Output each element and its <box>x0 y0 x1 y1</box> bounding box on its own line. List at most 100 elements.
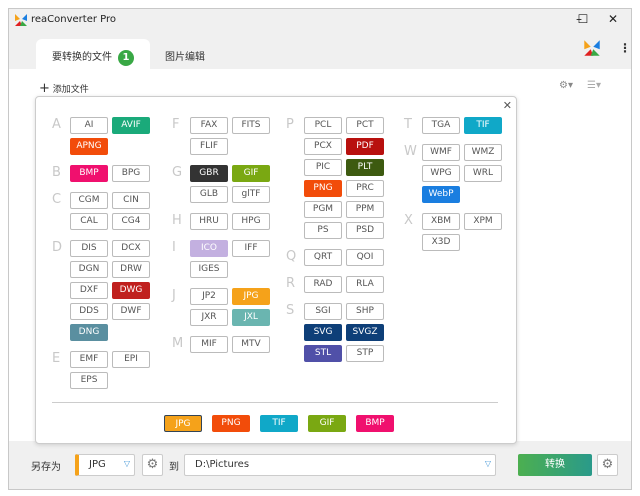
output-path-select[interactable]: D:\Pictures ▽ <box>184 454 496 476</box>
format-button-wpg[interactable]: WPG <box>422 165 460 182</box>
title-bar: reaConverter Pro – ☐ ✕ <box>9 9 631 33</box>
format-button-mtv[interactable]: MTV <box>232 336 270 353</box>
quick-format-png[interactable]: PNG <box>212 415 250 432</box>
divider <box>52 402 498 403</box>
format-button-pct[interactable]: PCT <box>346 117 384 134</box>
format-button-shp[interactable]: SHP <box>346 303 384 320</box>
format-button-pgm[interactable]: PGM <box>304 201 342 218</box>
format-button-rla[interactable]: RLA <box>346 276 384 293</box>
plus-icon: + <box>39 81 50 96</box>
format-button-pdf[interactable]: PDF <box>346 138 384 155</box>
format-button-tga[interactable]: TGA <box>422 117 460 134</box>
format-button-emf[interactable]: EMF <box>70 351 108 368</box>
format-button-ico[interactable]: ICO <box>190 240 228 257</box>
format-button-plt[interactable]: PLT <box>346 159 384 176</box>
format-button-dwg[interactable]: DWG <box>112 282 150 299</box>
format-button-webp[interactable]: WebP <box>422 186 460 203</box>
group-letter: T <box>404 117 412 132</box>
format-button-eps[interactable]: EPS <box>70 372 108 389</box>
format-button-bmp[interactable]: BMP <box>70 165 108 182</box>
format-button-pcl[interactable]: PCL <box>304 117 342 134</box>
format-button-stp[interactable]: STP <box>346 345 384 362</box>
format-button-flif[interactable]: FLIF <box>190 138 228 155</box>
format-button-gltf[interactable]: glTF <box>232 186 270 203</box>
format-button-fits[interactable]: FITS <box>232 117 270 134</box>
maximize-button[interactable]: ☐ <box>573 12 593 26</box>
format-settings-button[interactable]: ⚙ <box>142 454 163 476</box>
format-button-wrl[interactable]: WRL <box>464 165 502 182</box>
format-button-sgi[interactable]: SGI <box>304 303 342 320</box>
format-button-pic[interactable]: PIC <box>304 159 342 176</box>
format-select[interactable]: JPG ▽ <box>75 454 135 476</box>
tab-label: 图片编辑 <box>165 52 205 63</box>
format-button-avif[interactable]: AVIF <box>112 117 150 134</box>
format-button-wmf[interactable]: WMF <box>422 144 460 161</box>
format-button-psd[interactable]: PSD <box>346 222 384 239</box>
chevron-down-icon: ▽ <box>484 459 491 468</box>
format-button-jpg[interactable]: JPG <box>232 288 270 305</box>
format-button-jxr[interactable]: JXR <box>190 309 228 326</box>
format-button-dcx[interactable]: DCX <box>112 240 150 257</box>
app-logo-icon <box>15 14 27 26</box>
format-button-stl[interactable]: STL <box>304 345 342 362</box>
tab-files[interactable]: 要转换的文件 1 <box>36 39 150 69</box>
format-button-tif[interactable]: TIF <box>464 117 502 134</box>
format-button-rad[interactable]: RAD <box>304 276 342 293</box>
format-button-iges[interactable]: IGES <box>190 261 228 278</box>
format-button-cg4[interactable]: CG4 <box>112 213 150 230</box>
format-button-dds[interactable]: DDS <box>70 303 108 320</box>
format-button-iff[interactable]: IFF <box>232 240 270 257</box>
group-letter: E <box>52 351 61 366</box>
format-button-glb[interactable]: GLB <box>190 186 228 203</box>
format-button-dis[interactable]: DIS <box>70 240 108 257</box>
format-button-epi[interactable]: EPI <box>112 351 150 368</box>
tab-label: 要转换的文件 <box>52 52 112 63</box>
format-button-ppm[interactable]: PPM <box>346 201 384 218</box>
format-button-wmz[interactable]: WMZ <box>464 144 502 161</box>
close-icon[interactable]: ✕ <box>503 99 512 112</box>
format-button-cal[interactable]: CAL <box>70 213 108 230</box>
format-button-svg[interactable]: SVG <box>304 324 342 341</box>
format-button-dwf[interactable]: DWF <box>112 303 150 320</box>
quick-format-jpg[interactable]: JPG <box>164 415 202 432</box>
settings-dropdown-icon[interactable]: ⚙▾ <box>559 80 573 91</box>
quick-format-gif[interactable]: GIF <box>308 415 346 432</box>
format-button-xbm[interactable]: XBM <box>422 213 460 230</box>
quick-format-bmp[interactable]: BMP <box>356 415 394 432</box>
format-button-cgm[interactable]: CGM <box>70 192 108 209</box>
format-button-gif[interactable]: GIF <box>232 165 270 182</box>
format-button-fax[interactable]: FAX <box>190 117 228 134</box>
format-button-drw[interactable]: DRW <box>112 261 150 278</box>
format-button-jp2[interactable]: JP2 <box>190 288 228 305</box>
format-button-hpg[interactable]: HPG <box>232 213 270 230</box>
format-button-x3d[interactable]: X3D <box>422 234 460 251</box>
convert-settings-button[interactable]: ⚙ <box>597 454 618 476</box>
format-button-dgn[interactable]: DGN <box>70 261 108 278</box>
convert-button[interactable]: 转换 <box>518 454 592 476</box>
add-files-button[interactable]: + 添加文件 <box>39 81 89 96</box>
format-button-qrt[interactable]: QRT <box>304 249 342 266</box>
format-button-xpm[interactable]: XPM <box>464 213 502 230</box>
group-letter: M <box>172 336 184 351</box>
format-button-jxl[interactable]: JXL <box>232 309 270 326</box>
format-button-dng[interactable]: DNG <box>70 324 108 341</box>
format-button-svgz[interactable]: SVGZ <box>346 324 384 341</box>
view-options-icon[interactable]: ☰▾ <box>587 80 601 91</box>
format-button-ai[interactable]: AI <box>70 117 108 134</box>
format-button-gbr[interactable]: GBR <box>190 165 228 182</box>
tab-image-edit[interactable]: 图片编辑 <box>149 39 205 69</box>
format-button-prc[interactable]: PRC <box>346 180 384 197</box>
close-window-button[interactable]: ✕ <box>603 12 623 26</box>
quick-format-tif[interactable]: TIF <box>260 415 298 432</box>
format-button-mif[interactable]: MIF <box>190 336 228 353</box>
format-button-dxf[interactable]: DXF <box>70 282 108 299</box>
format-button-cin[interactable]: CIN <box>112 192 150 209</box>
format-button-bpg[interactable]: BPG <box>112 165 150 182</box>
format-button-ps[interactable]: PS <box>304 222 342 239</box>
format-button-hru[interactable]: HRU <box>190 213 228 230</box>
format-button-png[interactable]: PNG <box>304 180 342 197</box>
more-menu-icon[interactable]: ⋮ <box>619 41 631 55</box>
format-button-apng[interactable]: APNG <box>70 138 108 155</box>
format-button-pcx[interactable]: PCX <box>304 138 342 155</box>
format-button-qoi[interactable]: QOI <box>346 249 384 266</box>
